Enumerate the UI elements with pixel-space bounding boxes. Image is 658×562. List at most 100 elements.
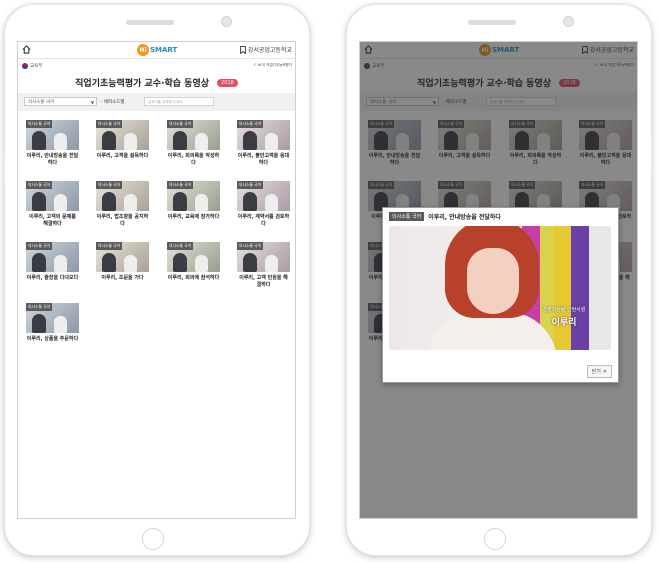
phone-frame-left: Hi SMART 강서공업고등학교 교육부 ✓ NCS 직업기초능력평가 직업기…: [2, 4, 312, 556]
video-title[interactable]: 이루리, 출장을 다녀오다: [26, 275, 79, 282]
video-category-tag: 의사소통 국어: [167, 120, 194, 128]
video-title[interactable]: 이루리, 조문을 가다: [96, 275, 149, 282]
home-icon[interactable]: [22, 45, 31, 54]
video-thumbnail[interactable]: 의사소통 국어: [26, 303, 79, 333]
video-thumbnail[interactable]: 의사소통 국어: [96, 242, 149, 272]
ncs-mark-icon: ✓: [253, 63, 257, 68]
chevron-down-icon: ▼: [90, 100, 94, 105]
modal-category-tag: 의사소통 국어: [389, 212, 425, 221]
video-caption-name: 이루리: [551, 318, 577, 328]
video-thumbnail[interactable]: 의사소통 국어: [96, 120, 149, 150]
video-card[interactable]: 의사소통 국어이루리, 불만고객을 응대하다: [237, 120, 295, 174]
phone-speaker: [126, 20, 174, 25]
page-title: 직업기초능력평가 교수·학습 동영상: [75, 79, 210, 89]
video-category-tag: 의사소통 국어: [96, 181, 123, 189]
video-card[interactable]: 의사소통 국어이루리, 출장을 다녀오다: [26, 242, 88, 296]
video-category-tag: 의사소통 국어: [26, 303, 53, 311]
video-category-tag: 의사소통 국어: [96, 120, 123, 128]
modal-header: 의사소통 국어 이루리, 안내방송을 전달하다: [389, 212, 501, 221]
video-title[interactable]: 이루리, 고객을 설득하다: [96, 153, 149, 160]
video-card[interactable]: 의사소통 국어이루리, 고객의 문제를 해결하다: [26, 181, 88, 235]
video-card[interactable]: 의사소통 국어이루리, 회의록을 작성하다: [167, 120, 229, 174]
video-thumbnail[interactable]: 의사소통 국어: [167, 120, 220, 150]
video-card[interactable]: 의사소통 국어이루리, 고객을 설득하다: [96, 120, 158, 174]
video-modal: 의사소통 국어 이루리, 안내방송을 전달하다 경영지원팀 인턴사원 이루리 닫…: [382, 207, 619, 383]
video-thumbnail[interactable]: 의사소통 국어: [167, 242, 220, 272]
video-title[interactable]: 이루리, 회의록을 작성하다: [167, 153, 220, 167]
ministry-logo: 교육부: [22, 63, 42, 69]
school-name: 강서공업고등학교: [247, 47, 292, 54]
video-thumbnail[interactable]: 의사소통 국어: [167, 181, 220, 211]
video-card[interactable]: 의사소통 국어이루리, 법조항을 공지하다: [96, 181, 158, 235]
video-category-tag: 의사소통 국어: [237, 242, 264, 250]
video-title[interactable]: 이루리, 상품을 주문하다: [26, 336, 79, 343]
close-button-label: 닫기: [591, 369, 601, 375]
video-category-tag: 의사소통 국어: [26, 242, 53, 250]
video-card[interactable]: 의사소통 국어이루리, 고객 민원을 해결하다: [237, 242, 295, 296]
bookmark-icon: [239, 45, 246, 54]
filter-bar: 의사소통 국어 ▼ · 에피소드별 검색어를 입력해 주세요: [18, 93, 295, 111]
close-button[interactable]: 닫기 ✕: [586, 365, 612, 378]
video-card[interactable]: 의사소통 국어이루리, 조문을 가다: [96, 242, 158, 296]
video-category-tag: 의사소통 국어: [237, 181, 264, 189]
video-category-tag: 의사소통 국어: [237, 120, 264, 128]
ministry-emblem-icon: [22, 63, 28, 69]
category-select-value: 의사소통 국어: [28, 100, 55, 105]
phone-side-button: [344, 155, 347, 185]
phone-home-button: [484, 528, 506, 550]
logo-smart-text: SMART: [150, 46, 178, 54]
video-thumbnail[interactable]: 의사소통 국어: [237, 120, 290, 150]
close-icon: ✕: [602, 369, 607, 375]
school-link[interactable]: 강서공업고등학교: [239, 45, 292, 54]
video-category-tag: 의사소통 국어: [167, 242, 194, 250]
video-title[interactable]: 이루리, 계약서를 검토하다: [237, 214, 290, 228]
video-caption-role: 경영지원팀 인턴사원: [542, 307, 586, 313]
video-person-face: [467, 248, 519, 314]
video-category-tag: 의사소통 국어: [26, 120, 53, 128]
video-caption: 경영지원팀 인턴사원 이루리: [539, 306, 589, 328]
video-title[interactable]: 이루리, 고객 민원을 해결하다: [237, 275, 290, 289]
screen-modal-view: Hi SMART 강서공업고등학교 교육부 ✓ NCS 직업기초능력평가 직업기…: [359, 41, 638, 519]
video-title[interactable]: 이루리, 안내방송을 전달하다: [26, 153, 79, 167]
video-title[interactable]: 이루리, 회의에 참석하다: [167, 275, 220, 282]
video-thumbnail[interactable]: 의사소통 국어: [96, 181, 149, 211]
ncs-logo: ✓ NCS 직업기초능력평가: [253, 63, 292, 68]
video-category-tag: 의사소통 국어: [96, 242, 123, 250]
video-category-tag: 의사소통 국어: [167, 181, 194, 189]
video-title[interactable]: 이루리, 고객의 문제를 해결하다: [26, 214, 79, 228]
video-grid: 의사소통 국어이루리, 안내방송을 전달하다의사소통 국어이루리, 고객을 설득…: [18, 120, 295, 380]
screen-list-view: Hi SMART 강서공업고등학교 교육부 ✓ NCS 직업기초능력평가 직업기…: [17, 41, 296, 519]
video-title[interactable]: 이루리, 교육에 참가하다: [167, 214, 220, 221]
ministry-name: 교육부: [30, 64, 43, 69]
video-thumbnail[interactable]: 의사소통 국어: [26, 120, 79, 150]
video-card[interactable]: 의사소통 국어이루리, 상품을 주문하다: [26, 303, 88, 357]
video-title[interactable]: 이루리, 법조항을 공지하다: [96, 214, 149, 228]
phone-side-button: [2, 155, 5, 185]
video-card[interactable]: 의사소통 국어이루리, 계약서를 검토하다: [237, 181, 295, 235]
category-select[interactable]: 의사소통 국어 ▼: [24, 97, 97, 106]
phone-speaker: [468, 20, 516, 25]
page-title-row: 직업기초능력평가 교수·학습 동영상 2018: [18, 71, 295, 90]
video-card[interactable]: 의사소통 국어이루리, 교육에 참가하다: [167, 181, 229, 235]
video-card[interactable]: 의사소통 국어이루리, 안내방송을 전달하다: [26, 120, 88, 174]
phone-camera: [221, 16, 232, 27]
video-player[interactable]: 경영지원팀 인턴사원 이루리: [389, 226, 611, 350]
phone-side-button: [309, 135, 312, 171]
video-thumbnail[interactable]: 의사소통 국어: [26, 242, 79, 272]
hi-smart-logo[interactable]: Hi SMART: [137, 43, 177, 57]
video-thumbnail[interactable]: 의사소통 국어: [26, 181, 79, 211]
phone-frame-right: Hi SMART 강서공업고등학교 교육부 ✓ NCS 직업기초능력평가 직업기…: [344, 4, 654, 556]
phone-camera: [563, 16, 574, 27]
phone-side-button: [651, 135, 654, 171]
ncs-partner-name: NCS 직업기초능력평가: [257, 63, 292, 67]
modal-title: 이루리, 안내방송을 전달하다: [428, 214, 501, 221]
episode-search-input[interactable]: 검색어를 입력해 주세요: [144, 97, 214, 106]
video-thumbnail[interactable]: 의사소통 국어: [237, 242, 290, 272]
video-thumbnail[interactable]: 의사소통 국어: [237, 181, 290, 211]
logo-hi-badge: Hi: [137, 44, 149, 56]
video-category-tag: 의사소통 국어: [26, 181, 53, 189]
video-title[interactable]: 이루리, 불만고객을 응대하다: [237, 153, 290, 167]
phone-home-button: [142, 528, 164, 550]
video-card[interactable]: 의사소통 국어이루리, 회의에 참석하다: [167, 242, 229, 296]
top-bar: Hi SMART 강서공업고등학교: [18, 42, 295, 59]
